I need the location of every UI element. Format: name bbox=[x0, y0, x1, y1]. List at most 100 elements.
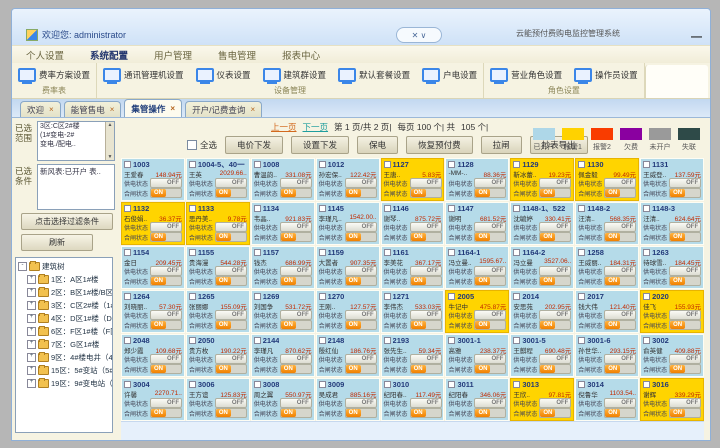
card-checkbox[interactable] bbox=[124, 381, 131, 388]
supply-toggle[interactable]: OFF bbox=[345, 398, 377, 408]
supply-toggle[interactable]: OFF bbox=[410, 398, 442, 408]
card-checkbox[interactable] bbox=[319, 249, 326, 256]
card-checkbox[interactable] bbox=[513, 249, 520, 256]
tree-item[interactable]: +15区：5#变站（5#变.. bbox=[18, 365, 110, 376]
supply-toggle[interactable]: OFF bbox=[215, 222, 247, 232]
tree-item[interactable]: +2区：B区1#楼/B区1#楼 bbox=[18, 287, 110, 298]
ribbon-button-费率方案设置[interactable]: 费率方案设置 bbox=[18, 68, 90, 82]
card-checkbox[interactable] bbox=[643, 381, 650, 388]
supply-toggle[interactable]: OFF bbox=[345, 310, 377, 320]
switch-toggle[interactable]: ON bbox=[474, 232, 506, 242]
switch-toggle[interactable]: ON bbox=[604, 188, 636, 198]
prev-page-link[interactable]: 上一页 bbox=[271, 121, 297, 133]
switch-toggle[interactable]: ON bbox=[539, 188, 571, 198]
switch-toggle[interactable]: ON bbox=[215, 188, 247, 198]
switch-toggle[interactable]: ON bbox=[604, 232, 636, 242]
next-page-link[interactable]: 下一页 bbox=[303, 121, 329, 133]
switch-toggle[interactable]: ON bbox=[604, 276, 636, 286]
card-checkbox[interactable] bbox=[643, 293, 650, 300]
card-checkbox[interactable] bbox=[189, 293, 196, 300]
card-checkbox[interactable] bbox=[254, 381, 261, 388]
toolbar-button-恢复预付费[interactable]: 恢复预付费 bbox=[406, 136, 473, 154]
switch-toggle[interactable]: ON bbox=[345, 408, 377, 418]
close-icon[interactable]: × bbox=[49, 105, 54, 114]
card-checkbox[interactable] bbox=[189, 381, 196, 388]
toolbar-button-保电[interactable]: 保电 bbox=[357, 136, 398, 154]
switch-toggle[interactable]: ON bbox=[280, 188, 312, 198]
supply-toggle[interactable]: OFF bbox=[539, 222, 571, 232]
card-checkbox[interactable] bbox=[448, 161, 455, 168]
close-icon[interactable]: × bbox=[110, 105, 115, 114]
collapse-icon[interactable]: - bbox=[18, 262, 27, 271]
ribbon-button-建筑群设置[interactable]: 建筑群设置 bbox=[263, 68, 327, 82]
card-checkbox[interactable] bbox=[189, 205, 196, 212]
supply-toggle[interactable]: OFF bbox=[215, 354, 247, 364]
toolbar-button-拉闸[interactable]: 拉闸 bbox=[481, 136, 522, 154]
card-checkbox[interactable] bbox=[254, 293, 261, 300]
switch-toggle[interactable]: ON bbox=[215, 320, 247, 330]
supply-toggle[interactable]: OFF bbox=[474, 398, 506, 408]
expand-icon[interactable]: + bbox=[27, 353, 36, 362]
supply-toggle[interactable]: OFF bbox=[474, 354, 506, 364]
supply-toggle[interactable]: OFF bbox=[150, 266, 182, 276]
card-checkbox[interactable] bbox=[448, 293, 455, 300]
supply-toggle[interactable]: OFF bbox=[539, 178, 571, 188]
switch-toggle[interactable]: ON bbox=[280, 364, 312, 374]
supply-toggle[interactable]: OFF bbox=[669, 310, 701, 320]
supply-toggle[interactable]: OFF bbox=[669, 398, 701, 408]
card-checkbox[interactable] bbox=[448, 205, 455, 212]
expand-icon[interactable]: + bbox=[27, 275, 36, 284]
supply-toggle[interactable]: OFF bbox=[150, 310, 182, 320]
supply-toggle[interactable]: OFF bbox=[669, 178, 701, 188]
supply-toggle[interactable]: OFF bbox=[215, 310, 247, 320]
select-all-checkbox[interactable] bbox=[187, 140, 197, 150]
card-checkbox[interactable] bbox=[189, 337, 196, 344]
switch-toggle[interactable]: ON bbox=[474, 276, 506, 286]
switch-toggle[interactable]: ON bbox=[280, 408, 312, 418]
filter-select-button[interactable]: 点击选择过滤条件 bbox=[21, 213, 113, 230]
ribbon-button-仪表设置[interactable]: 仪表设置 bbox=[196, 68, 251, 82]
tree-item[interactable]: +4区：D区1#楼（D区1.. bbox=[18, 313, 110, 324]
supply-toggle[interactable]: OFF bbox=[215, 178, 247, 188]
switch-toggle[interactable]: ON bbox=[539, 276, 571, 286]
supply-toggle[interactable]: OFF bbox=[604, 266, 636, 276]
switch-toggle[interactable]: ON bbox=[539, 232, 571, 242]
card-checkbox[interactable] bbox=[578, 249, 585, 256]
tab-开户/记费查询[interactable]: 开户/记费查询× bbox=[185, 101, 262, 117]
tree-root[interactable]: -建筑树 bbox=[18, 261, 110, 272]
supply-toggle[interactable]: OFF bbox=[474, 266, 506, 276]
supply-toggle[interactable]: OFF bbox=[280, 222, 312, 232]
card-checkbox[interactable] bbox=[384, 381, 391, 388]
supply-toggle[interactable]: OFF bbox=[669, 266, 701, 276]
card-checkbox[interactable] bbox=[254, 161, 261, 168]
close-icon[interactable]: × bbox=[170, 104, 175, 113]
card-checkbox[interactable] bbox=[189, 249, 196, 256]
ribbon-collapse-button[interactable]: ✕ ∨ bbox=[396, 27, 442, 43]
card-checkbox[interactable] bbox=[124, 205, 131, 212]
switch-toggle[interactable]: ON bbox=[345, 188, 377, 198]
switch-toggle[interactable]: ON bbox=[539, 364, 571, 374]
switch-toggle[interactable]: ON bbox=[410, 364, 442, 374]
card-checkbox[interactable] bbox=[124, 293, 131, 300]
switch-toggle[interactable]: ON bbox=[669, 364, 701, 374]
card-checkbox[interactable] bbox=[384, 161, 391, 168]
supply-toggle[interactable]: OFF bbox=[669, 222, 701, 232]
tree-item[interactable]: +9区：4#楼电井（4#楼.. bbox=[18, 352, 110, 363]
ribbon-button-通讯管理机设置[interactable]: 通讯管理机设置 bbox=[103, 68, 184, 82]
switch-toggle[interactable]: ON bbox=[410, 188, 442, 198]
supply-toggle[interactable]: OFF bbox=[345, 266, 377, 276]
scrollbar[interactable]: ▲ ▼ bbox=[105, 122, 114, 160]
switch-toggle[interactable]: ON bbox=[345, 276, 377, 286]
menu-item-个人设置[interactable]: 个人设置 bbox=[26, 48, 64, 62]
switch-toggle[interactable]: ON bbox=[669, 188, 701, 198]
supply-toggle[interactable]: OFF bbox=[604, 398, 636, 408]
switch-toggle[interactable]: ON bbox=[669, 232, 701, 242]
ribbon-button-户电设置[interactable]: 户电设置 bbox=[422, 68, 477, 82]
card-checkbox[interactable] bbox=[513, 293, 520, 300]
supply-toggle[interactable]: OFF bbox=[474, 178, 506, 188]
card-checkbox[interactable] bbox=[319, 293, 326, 300]
switch-toggle[interactable]: ON bbox=[669, 320, 701, 330]
expand-icon[interactable]: + bbox=[27, 340, 36, 349]
supply-toggle[interactable]: OFF bbox=[604, 354, 636, 364]
tree-item[interactable]: +1区：A区1#楼 bbox=[18, 274, 110, 285]
